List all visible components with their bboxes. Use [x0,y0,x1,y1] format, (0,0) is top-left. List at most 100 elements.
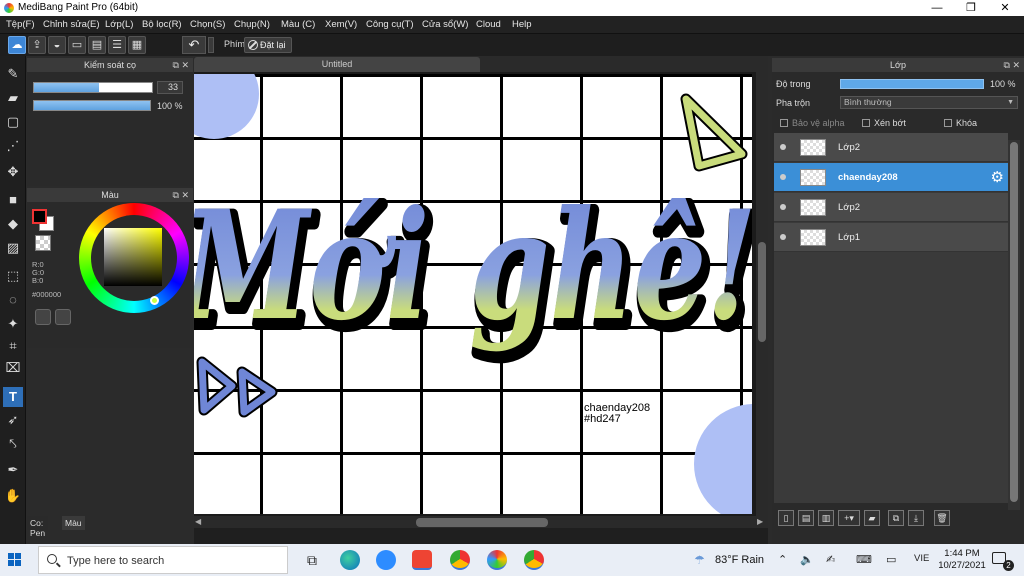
chevron-up-icon[interactable]: ⌃ [778,553,787,566]
hand-icon[interactable]: ✋ [3,486,23,506]
close-button[interactable]: ✕ [988,0,1022,16]
fill-rectangle-icon[interactable]: ■ [3,190,23,210]
layer-opacity-slider[interactable] [840,79,984,89]
visibility-icon[interactable] [780,144,786,150]
scroll-right-arrow-icon[interactable]: ▶ [757,517,763,526]
chrome-icon[interactable] [450,550,470,570]
gradient-icon[interactable]: ▨ [3,238,23,258]
undo-icon[interactable]: ↶ [182,36,206,54]
network-icon[interactable]: ▭ [886,553,896,566]
brush-opacity-slider[interactable] [33,100,151,111]
canvas-area[interactable]: Mới ghê! Mới ghê! chaenday208 #hd247 [194,72,768,516]
new-layer-icon[interactable]: ▯ [778,510,794,526]
brush-size-value[interactable]: 33 [157,81,183,94]
comment-icon[interactable]: ◒ [48,36,66,54]
scroll-left-arrow-icon[interactable]: ◀ [195,517,201,526]
layer-row[interactable]: Lớp2 [774,133,1008,162]
menu-edit[interactable]: Chỉnh sửa(E) [43,19,100,30]
saturation-value-square[interactable] [104,228,162,286]
new-halftone-layer-icon[interactable]: ▤ [798,510,814,526]
taskbar-search-box[interactable]: Type here to search [38,546,288,574]
rectangle-icon[interactable]: ▢ [3,112,23,132]
menu-select[interactable]: Chọn(S) [190,19,225,30]
blend-mode-select[interactable]: Bình thường ▼ [840,96,1018,109]
panel-window-icons[interactable]: ⧉ ✕ [1004,58,1020,72]
brush-size-slider[interactable] [33,82,153,93]
canvas-horizontal-scrollbar[interactable]: ◀ ▶ [194,516,768,528]
menu-file[interactable]: Tệp(F) [6,19,35,30]
layer-row[interactable]: Lớp1 [774,223,1008,252]
menu-cloud[interactable]: Cloud [476,19,501,30]
folder-icon[interactable]: ▰ [864,510,880,526]
artwork-canvas[interactable]: Mới ghê! Mới ghê! chaenday208 #hd247 [194,74,752,514]
scroll-thumb[interactable] [1010,142,1018,502]
eyedropper-icon[interactable]: ⤣ [3,434,23,454]
gear-icon[interactable]: ⚙ [991,168,1004,186]
lasso-icon[interactable]: ◌ [3,290,23,310]
document-tab[interactable]: Untitled [194,57,480,72]
restore-button[interactable]: Đặt lại [244,37,292,53]
vivaldi-icon[interactable] [412,550,432,570]
bucket-icon[interactable]: ◆ [3,214,23,234]
menu-color[interactable]: Màu (C) [281,19,315,30]
hue-handle[interactable] [150,296,159,305]
new-8bit-layer-icon[interactable]: ▥ [818,510,834,526]
magic-wand-icon[interactable]: ✦ [3,314,23,334]
menu-window[interactable]: Cửa sổ(W) [422,19,468,30]
add-layer-menu-icon[interactable]: +▾ [838,510,860,526]
layer-list-scrollbar[interactable] [1008,140,1020,510]
language-indicator[interactable]: VIE [914,553,929,564]
weather-icon[interactable]: ☂ [694,553,705,567]
layer-row[interactable]: Lớp2 [774,193,1008,222]
protect-alpha-checkbox[interactable] [780,119,788,127]
dot-tool-icon[interactable]: ⋰ [3,136,23,156]
tab-color[interactable]: Màu [62,516,85,530]
chrome-icon[interactable] [524,550,544,570]
menu-help[interactable]: Help [512,19,532,30]
layer-row[interactable]: chaenday208 ⚙ [774,163,1008,192]
palette-icon[interactable] [35,309,51,325]
select-rect-icon[interactable]: ⬚ [3,266,23,286]
operation-icon[interactable]: ➶ [3,410,23,430]
pen-nib-icon[interactable]: ✒ [3,460,23,480]
palette-settings-icon[interactable] [55,309,71,325]
zoom-icon[interactable] [376,550,396,570]
move-icon[interactable]: ✥ [3,162,23,182]
weather-text[interactable]: 83°F Rain [715,554,764,566]
delete-layer-icon[interactable]: 🗑 [934,510,950,526]
windows-start-icon[interactable] [8,553,22,567]
visibility-icon[interactable] [780,204,786,210]
menu-capture[interactable]: Chụp(N) [234,19,270,30]
clipping-checkbox[interactable] [862,119,870,127]
foreground-color-swatch[interactable] [32,209,47,224]
list-icon[interactable]: ☰ [108,36,126,54]
panel-window-icons[interactable]: ⧉ ✕ [173,58,189,72]
menu-view[interactable]: Xem(V) [325,19,357,30]
grid-icon[interactable]: ▦ [128,36,146,54]
eraser-icon[interactable]: ▰ [3,88,23,108]
canvas-vertical-scrollbar[interactable] [756,72,768,516]
tab-pen[interactable]: Co: Pen [27,516,49,538]
keyboard-icon[interactable]: ⌨ [856,553,872,566]
volume-icon[interactable]: 🔈 [800,553,814,566]
minimize-button[interactable]: — [920,0,954,16]
maximize-button[interactable]: ❐ [954,0,988,16]
text-icon[interactable]: T [3,387,23,407]
speech-bubble-icon[interactable]: ▭ [68,36,86,54]
scroll-thumb[interactable] [758,242,766,342]
lock-checkbox[interactable] [944,119,952,127]
merge-down-icon[interactable]: ⤓ [908,510,924,526]
task-view-icon[interactable]: ⧉ [302,550,322,570]
edge-icon[interactable] [340,550,360,570]
medibang-taskbar-icon[interactable] [487,550,507,570]
menu-layer[interactable]: Lớp(L) [105,19,133,30]
scroll-thumb[interactable] [416,518,548,527]
cloud-icon[interactable]: ☁ [8,36,26,54]
menu-tools[interactable]: Công cụ(T) [366,19,414,30]
visibility-icon[interactable] [780,234,786,240]
menu-filter[interactable]: Bộ lọc(R) [142,19,182,30]
visibility-icon[interactable] [780,174,786,180]
share-icon[interactable]: ⇪ [28,36,46,54]
select-pen-icon[interactable]: ⌗ [3,336,23,356]
pen-input-icon[interactable]: ✍ [826,553,835,566]
